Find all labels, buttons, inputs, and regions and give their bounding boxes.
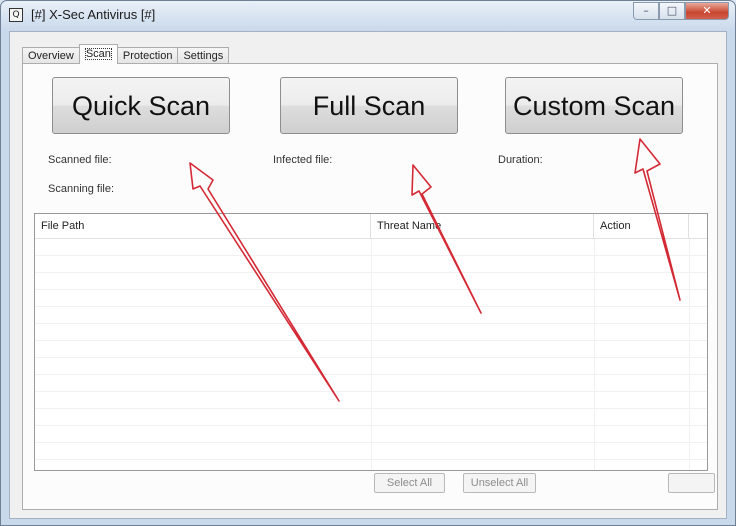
tab-strip: Overview Scan Protection Settings (22, 44, 230, 64)
column-file-path[interactable]: File Path (35, 214, 371, 238)
tab-overview[interactable]: Overview (22, 47, 80, 64)
table-row (35, 341, 707, 358)
app-icon: Q (9, 8, 23, 22)
title-bar[interactable]: Q [#] X-Sec Antivirus [#] – □ ✕ (1, 1, 735, 31)
caption-buttons: – □ ✕ (633, 2, 729, 21)
tab-settings[interactable]: Settings (177, 47, 230, 64)
table-row (35, 443, 707, 460)
tab-scan[interactable]: Scan (78, 44, 118, 64)
quick-scan-button[interactable]: Quick Scan (52, 77, 230, 134)
table-row (35, 256, 707, 273)
column-threat-name[interactable]: Threat Name (371, 214, 594, 238)
infected-file-label: Infected file: (273, 154, 333, 166)
table-row (35, 426, 707, 443)
scanned-file-label: Scanned file: (48, 154, 112, 166)
table-row (35, 409, 707, 426)
window-title: [#] X-Sec Antivirus [#] (31, 7, 156, 22)
full-scan-button[interactable]: Full Scan (280, 77, 458, 134)
app-window: Q [#] X-Sec Antivirus [#] – □ ✕ Overview… (0, 0, 736, 526)
table-body (35, 239, 707, 460)
tab-scan-label: Scan (84, 48, 112, 60)
table-row (35, 375, 707, 392)
threat-table[interactable]: File Path Threat Name Action (34, 213, 708, 471)
maximize-button[interactable]: □ (659, 2, 685, 20)
table-row (35, 239, 707, 256)
column-action[interactable]: Action (594, 214, 689, 238)
close-button[interactable]: ✕ (685, 2, 729, 20)
tab-protection[interactable]: Protection (116, 47, 179, 64)
minimize-button[interactable]: – (633, 2, 659, 20)
table-row (35, 290, 707, 307)
scan-panel: Quick Scan Full Scan Custom Scan Scanned… (22, 63, 718, 510)
table-row (35, 358, 707, 375)
table-row (35, 324, 707, 341)
blank-button[interactable] (668, 473, 715, 493)
client-area: Overview Scan Protection Settings Quick … (9, 31, 727, 519)
duration-label: Duration: (498, 154, 543, 166)
custom-scan-button[interactable]: Custom Scan (505, 77, 683, 134)
unselect-all-button[interactable]: Unselect All (463, 473, 536, 493)
table-row (35, 273, 707, 290)
table-header: File Path Threat Name Action (35, 214, 707, 239)
scanning-file-label: Scanning file: (48, 183, 115, 195)
select-all-button[interactable]: Select All (374, 473, 445, 493)
table-row (35, 392, 707, 409)
table-row (35, 307, 707, 324)
